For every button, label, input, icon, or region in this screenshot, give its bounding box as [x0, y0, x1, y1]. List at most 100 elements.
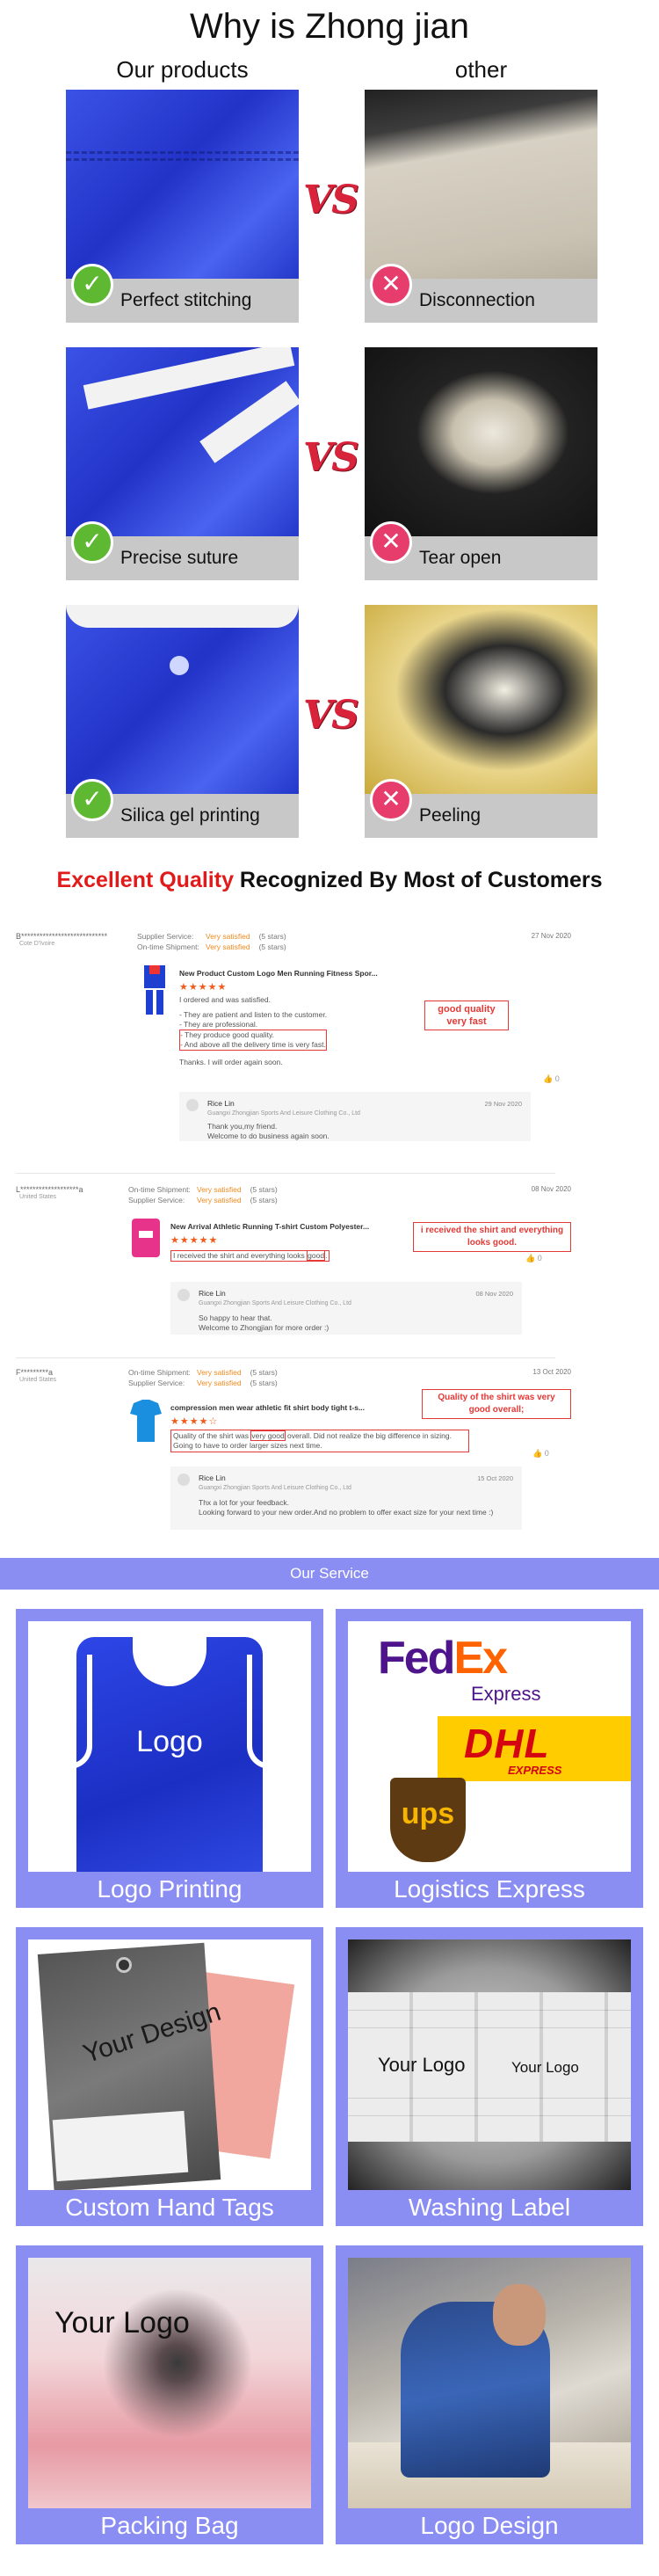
service-image: Your Logo: [28, 2258, 311, 2508]
service-image: [348, 2258, 631, 2508]
page: Why is Zhong jian Our products other Per…: [0, 0, 659, 2576]
our-stitching-photo: Perfect stitching ✓: [66, 90, 299, 323]
service-image: Your Logo Your Logo: [348, 1939, 631, 2190]
avatar: [177, 1474, 190, 1486]
divider: [16, 1173, 555, 1174]
other-printing-photo: Peeling ✕: [365, 605, 597, 838]
review-callout: Quality of the shirt was very good overa…: [422, 1389, 571, 1419]
seller-reply: Rice Lin Guangxi Zhongjian Sports And Le…: [170, 1466, 522, 1530]
service-packing-bag[interactable]: Your Logo Packing Bag: [16, 2245, 323, 2544]
quality-heading: Excellent Quality Recognized By Most of …: [0, 868, 659, 893]
service-image: Logo: [28, 1621, 311, 1872]
review-date: 13 Oct 2020: [532, 1368, 571, 1376]
avatar: [186, 1099, 199, 1111]
service-caption: Logistics Express: [394, 1875, 585, 1903]
review-meta: Supplier Service: Very satisfied (5 stars): [128, 1379, 278, 1387]
review-meta: On-time Shipment: Very satisfied (5 stars): [128, 1185, 278, 1194]
product-title-link[interactable]: New Product Custom Logo Men Running Fitn…: [179, 969, 378, 978]
like-button[interactable]: 👍 0: [525, 1254, 542, 1263]
product-thumbnail[interactable]: [128, 1398, 163, 1451]
seller-reply: Rice Lin Guangxi Zhongjian Sports And Le…: [179, 1092, 531, 1141]
product-thumbnail[interactable]: [128, 1215, 163, 1268]
review-body: I ordered and was satisfied. - They are …: [179, 995, 328, 1066]
check-icon: ✓: [71, 521, 113, 564]
other-label: Peeling: [419, 805, 482, 826]
quality-heading-red: Excellent Quality: [56, 868, 234, 892]
review-date: 08 Nov 2020: [531, 1185, 571, 1193]
comparison-row-printing: Silica gel printing ✓ VS Peeling ✕: [0, 605, 659, 838]
service-washing-label[interactable]: Your Logo Your Logo Washing Label: [336, 1927, 643, 2226]
comparison-title: Why is Zhong jian: [190, 7, 469, 46]
reviewer-country: Cote D'Ivoire: [19, 941, 55, 947]
review-highlight: - They produce good quality. - And above…: [179, 1030, 327, 1051]
review-body: I received the shirt and everything look…: [170, 1250, 330, 1262]
our-printing-photo: Silica gel printing ✓: [66, 605, 299, 838]
service-custom-hand-tags[interactable]: Your Design Custom Hand Tags: [16, 1927, 323, 2226]
comparison-row-stitching: Perfect stitching ✓ VS Disconnection ✕: [0, 90, 659, 323]
label-overlay-text: Your Logo: [378, 2054, 466, 2076]
cross-icon: ✕: [370, 264, 412, 306]
service-caption: Logo Printing: [97, 1875, 243, 1903]
seller-reply: Rice Lin Guangxi Zhongjian Sports And Le…: [170, 1282, 522, 1335]
review-card: L*******************a United States 08 N…: [16, 1185, 578, 1343]
our-label: Precise suture: [120, 548, 239, 568]
quality-heading-rest: Recognized By Most of Customers: [233, 868, 603, 892]
other-suture-photo: Tear open ✕: [365, 347, 597, 580]
service-logistics-express[interactable]: FedEx Express DHL EXPRESS ups Logistics …: [336, 1609, 643, 1908]
review-meta: On-time Shipment: Very satisfied (5 stars): [137, 942, 286, 951]
fedex-logo: FedEx: [378, 1633, 508, 1684]
fedex-express-label: Express: [471, 1683, 541, 1705]
reviewer-name: L*******************a: [16, 1185, 83, 1194]
other-label: Tear open: [419, 548, 502, 568]
product-title-link[interactable]: New Arrival Athletic Running T-shirt Cus…: [170, 1222, 369, 1231]
cross-icon: ✕: [370, 521, 412, 564]
check-icon: ✓: [71, 779, 113, 821]
review-meta: Supplier Service: Very satisfied (5 stars): [137, 932, 286, 941]
vs-mark: VS: [303, 178, 359, 222]
service-image: Your Design: [28, 1939, 311, 2190]
vs-mark: VS: [303, 435, 359, 480]
review-body: Quality of the shirt was very good overa…: [170, 1430, 469, 1452]
our-label: Silica gel printing: [120, 805, 260, 826]
reviewer-name: B****************************: [16, 932, 108, 941]
service-image: FedEx Express DHL EXPRESS ups: [348, 1621, 631, 1872]
service-caption: Custom Hand Tags: [65, 2194, 274, 2221]
service-caption: Washing Label: [408, 2194, 571, 2221]
rating-stars: ★★★★★: [170, 1235, 219, 1246]
other-label: Disconnection: [419, 290, 535, 310]
check-icon: ✓: [71, 264, 113, 306]
product-title-link[interactable]: compression men wear athletic fit shirt …: [170, 1403, 365, 1412]
reviewer-country: United States: [19, 1377, 57, 1383]
our-products-heading: Our products: [116, 56, 249, 83]
service-caption: Packing Bag: [100, 2512, 239, 2539]
logo-overlay: Logo: [136, 1725, 203, 1758]
service-banner: Our Service: [0, 1558, 659, 1590]
review-meta: On-time Shipment: Very satisfied (5 stars): [128, 1368, 278, 1377]
review-meta: Supplier Service: Very satisfied (5 stars): [128, 1196, 278, 1204]
product-thumbnail[interactable]: [137, 964, 172, 1016]
review-card: F*********a United States 13 Oct 2020 On…: [16, 1368, 578, 1544]
rating-stars: ★★★★☆: [170, 1416, 219, 1427]
comparison-row-suture: Precise suture ✓ VS Tear open ✕: [0, 347, 659, 580]
like-button[interactable]: 👍 0: [532, 1449, 549, 1459]
our-suture-photo: Precise suture ✓: [66, 347, 299, 580]
like-button[interactable]: 👍 0: [543, 1074, 560, 1084]
tag-hole-icon: [116, 1957, 132, 1973]
reviewer-country: United States: [19, 1194, 57, 1200]
service-logo-printing[interactable]: Logo Logo Printing: [16, 1609, 323, 1908]
vs-mark: VS: [303, 693, 359, 738]
rating-stars: ★★★★★: [179, 982, 228, 993]
bag-overlay-text: Your Logo: [54, 2306, 190, 2340]
service-caption: Logo Design: [420, 2512, 559, 2539]
service-logo-design[interactable]: Logo Design: [336, 2245, 643, 2544]
review-card: B**************************** Cote D'Ivo…: [16, 932, 578, 1143]
review-date: 27 Nov 2020: [531, 932, 571, 940]
our-label: Perfect stitching: [120, 290, 252, 310]
other-stitching-photo: Disconnection ✕: [365, 90, 597, 323]
ups-logo: ups: [390, 1778, 466, 1862]
cross-icon: ✕: [370, 779, 412, 821]
dhl-logo: DHL EXPRESS: [438, 1716, 631, 1781]
label-overlay-text: Your Logo: [511, 2059, 579, 2076]
review-callout: good quality very fast: [424, 1001, 509, 1030]
reviewer-name: F*********a: [16, 1368, 54, 1377]
